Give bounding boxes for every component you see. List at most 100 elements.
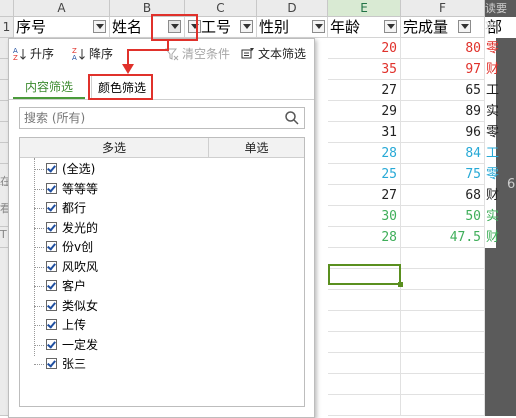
age-cell[interactable]: 29	[328, 101, 401, 122]
header-id-label: 工号	[201, 18, 232, 36]
department-cell[interactable]: 实	[485, 101, 499, 122]
header-cell-gender[interactable]: 性别	[257, 17, 328, 38]
age-cell[interactable]: 20	[328, 38, 401, 59]
filter-dropdown-button[interactable]	[384, 20, 397, 33]
active-cell-selection[interactable]	[328, 264, 403, 287]
sort-descending-button[interactable]: ZA 降序	[72, 45, 113, 62]
svg-text:Z: Z	[13, 54, 18, 61]
filter-value-item[interactable]: 风吹风	[20, 258, 304, 277]
checkbox[interactable]	[46, 202, 57, 213]
department-cell[interactable]: 零	[485, 164, 499, 185]
empty-cell[interactable]	[401, 290, 485, 311]
filter-value-item[interactable]: 都行	[20, 199, 304, 218]
age-cell[interactable]: 30	[328, 206, 401, 227]
filter-dropdown-button[interactable]	[240, 20, 253, 33]
corner-cell[interactable]	[0, 0, 14, 17]
checkbox[interactable]	[46, 280, 57, 291]
quantity-cell[interactable]: 89	[401, 101, 485, 122]
empty-cell[interactable]	[328, 395, 401, 416]
quantity-cell[interactable]: 80	[401, 38, 485, 59]
checkbox[interactable]	[46, 358, 57, 369]
age-cell[interactable]: 27	[328, 185, 401, 206]
age-cell[interactable]: 27	[328, 80, 401, 101]
empty-cell[interactable]	[328, 353, 401, 374]
checkbox[interactable]	[46, 182, 57, 194]
department-cell[interactable]: 实	[485, 206, 499, 227]
filter-dropdown-button[interactable]	[458, 20, 471, 33]
age-cell[interactable]: 28	[328, 143, 401, 164]
filter-value-item[interactable]: 上传	[20, 316, 304, 335]
filter-value-item[interactable]: 类似女	[20, 297, 304, 316]
tree-line	[34, 344, 44, 346]
department-cell[interactable]: 零	[485, 122, 499, 143]
text-filter-button[interactable]: 文本筛选	[241, 45, 306, 62]
department-cell[interactable]: 工	[485, 143, 499, 164]
multi-select-header[interactable]: 多选	[20, 138, 209, 158]
header-cell-qty[interactable]: 完成量	[401, 17, 485, 38]
empty-cell[interactable]	[401, 332, 485, 353]
clear-conditions-button[interactable]: 清空条件	[164, 45, 230, 62]
filter-value-item[interactable]: 客户	[20, 277, 304, 296]
tab-content-filter[interactable]: 内容筛选	[13, 75, 85, 99]
empty-cell[interactable]	[401, 248, 485, 269]
checkbox[interactable]	[46, 241, 57, 252]
checkbox[interactable]	[46, 299, 57, 311]
column-header-d[interactable]: D	[257, 0, 328, 17]
quantity-cell[interactable]: 50	[401, 206, 485, 227]
single-select-header[interactable]: 单选	[209, 138, 304, 158]
filter-dropdown-button[interactable]	[93, 20, 106, 33]
filter-value-label: 上传	[62, 318, 87, 332]
department-cell[interactable]: 零	[485, 38, 499, 59]
header-cell-age[interactable]: 年龄	[328, 17, 401, 38]
quantity-cell[interactable]: 84	[401, 143, 485, 164]
empty-cell[interactable]	[328, 290, 401, 311]
filter-value-item[interactable]: 份v创	[20, 238, 304, 257]
empty-cell[interactable]	[401, 269, 485, 290]
tree-line	[34, 247, 44, 248]
tree-line	[34, 169, 44, 170]
empty-cell[interactable]	[401, 395, 485, 416]
checkbox[interactable]	[46, 319, 57, 330]
checkbox[interactable]	[46, 163, 57, 174]
search-input[interactable]: 搜索 (所有)	[19, 107, 305, 129]
department-cell[interactable]: 工	[485, 80, 499, 101]
department-cell[interactable]: 财	[485, 59, 499, 80]
empty-cell[interactable]	[401, 311, 485, 332]
column-header-f[interactable]: F	[401, 0, 485, 17]
sort-ascending-button[interactable]: AZ 升序	[13, 45, 54, 62]
quantity-cell[interactable]: 97	[401, 59, 485, 80]
filter-value-item[interactable]: 一定发	[20, 336, 304, 355]
age-cell[interactable]: 28	[328, 227, 401, 248]
checkbox[interactable]	[46, 338, 57, 350]
column-header-e[interactable]: E	[328, 0, 401, 17]
column-header-a[interactable]: A	[14, 0, 110, 17]
filter-dropdown-button[interactable]	[312, 20, 325, 33]
quantity-cell[interactable]: 47.5	[401, 227, 485, 248]
age-cell[interactable]: 25	[328, 164, 401, 185]
filter-value-label: 客户	[62, 279, 87, 293]
filter-value-label: 都行	[62, 201, 87, 215]
quantity-cell[interactable]: 65	[401, 80, 485, 101]
age-cell[interactable]: 31	[328, 122, 401, 143]
quantity-cell[interactable]: 96	[401, 122, 485, 143]
row-number-1[interactable]: 1	[0, 17, 14, 38]
empty-cell[interactable]	[328, 374, 401, 395]
checkbox[interactable]	[46, 221, 57, 233]
search-icon[interactable]	[284, 110, 300, 126]
empty-cell[interactable]	[328, 332, 401, 353]
header-cell-seq[interactable]: 序号	[14, 17, 110, 38]
age-cell[interactable]: 35	[328, 59, 401, 80]
filter-value-item[interactable]: 等等等	[20, 180, 304, 199]
filter-value-item[interactable]: 张三	[20, 355, 304, 374]
filter-value-item[interactable]: (全选)	[20, 160, 304, 179]
quantity-cell[interactable]: 75	[401, 164, 485, 185]
department-cell[interactable]: 财	[485, 185, 499, 206]
empty-cell[interactable]	[401, 374, 485, 395]
side-fragment-text: 6	[507, 177, 516, 192]
empty-cell[interactable]	[328, 311, 401, 332]
filter-value-item[interactable]: 发光的	[20, 219, 304, 238]
empty-cell[interactable]	[401, 353, 485, 374]
quantity-cell[interactable]: 68	[401, 185, 485, 206]
checkbox[interactable]	[46, 260, 57, 272]
department-cell[interactable]: 财	[485, 227, 499, 248]
